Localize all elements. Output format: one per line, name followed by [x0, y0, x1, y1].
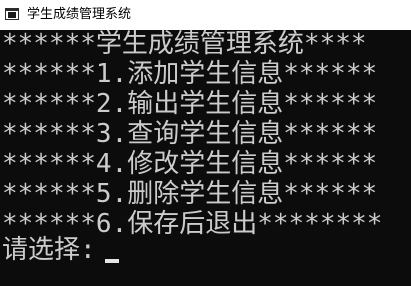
text-cursor: [104, 259, 119, 263]
console-window: 学生成绩管理系统 ******学生成绩管理系统**** ******1.添加学生…: [0, 0, 411, 286]
title-bar[interactable]: 学生成绩管理系统: [0, 0, 411, 30]
window-title: 学生成绩管理系统: [27, 7, 132, 22]
prompt-text: 请选择:: [2, 235, 96, 265]
menu-item-add-student: ******1.添加学生信息******: [2, 59, 378, 89]
console-output[interactable]: ******学生成绩管理系统**** ******1.添加学生信息****** …: [0, 29, 411, 286]
console-window-icon: [5, 8, 19, 20]
menu-item-query-student: ******3.查询学生信息******: [2, 119, 378, 149]
input-prompt-line[interactable]: 请选择:: [2, 235, 119, 265]
menu-header: ******学生成绩管理系统****: [2, 29, 367, 59]
menu-item-delete-student: ******5.删除学生信息******: [2, 179, 378, 209]
menu-item-output-students: ******2.输出学生信息******: [2, 89, 378, 119]
menu-item-modify-student: ******4.修改学生信息******: [2, 149, 378, 179]
